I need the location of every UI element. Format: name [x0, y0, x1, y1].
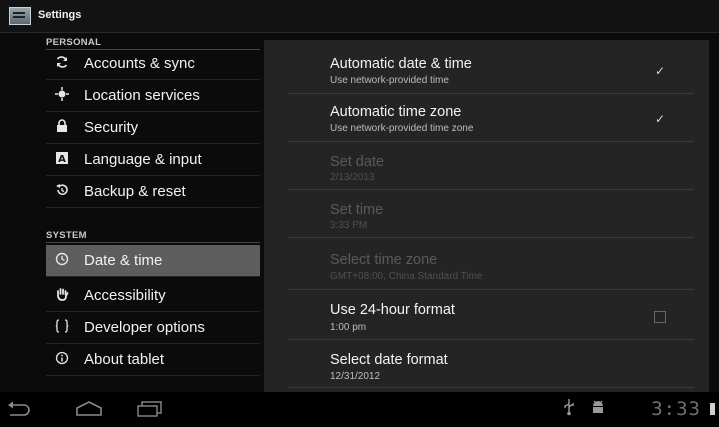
- status-clock: 3:33: [651, 398, 701, 420]
- pref-set-date: Set date 2/13/2013: [288, 144, 694, 190]
- usb-icon: [563, 398, 575, 421]
- automatic-time-zone-checkbox[interactable]: ✓: [654, 112, 666, 126]
- sidebar-item-label: Accessibility: [84, 287, 166, 304]
- pref-title: Set time: [330, 202, 384, 218]
- keyboard-icon: A: [52, 151, 72, 168]
- settings-headers-list: PERSONAL Accounts & sync Location servic…: [0, 33, 270, 391]
- back-icon[interactable]: [2, 398, 36, 420]
- automatic-date-time-checkbox[interactable]: ✓: [654, 64, 666, 78]
- pref-select-time-zone: Select time zone GMT+08:00, China Standa…: [288, 240, 694, 290]
- battery-icon: [710, 403, 715, 415]
- pref-automatic-time-zone[interactable]: Automatic time zone Use network-provided…: [288, 96, 694, 142]
- pref-title: Automatic time zone: [330, 104, 462, 120]
- pref-summary: 12/31/2012: [330, 371, 381, 382]
- pref-automatic-date-time[interactable]: Automatic date & time Use network-provid…: [288, 48, 694, 94]
- action-bar: Settings: [0, 0, 719, 33]
- sidebar-item-about-tablet[interactable]: About tablet: [46, 344, 260, 376]
- sidebar-item-label: Backup & reset: [84, 183, 186, 200]
- pref-set-time: Set time 3:33 PM: [288, 192, 694, 238]
- pref-summary: 2/13/2013: [330, 172, 375, 183]
- location-icon: [52, 87, 72, 104]
- sidebar-item-security[interactable]: Security: [46, 112, 260, 144]
- sidebar-item-date-time[interactable]: Date & time: [46, 245, 260, 277]
- use-24-hour-format-checkbox[interactable]: ✓: [654, 311, 666, 323]
- sidebar-item-accessibility[interactable]: Accessibility: [46, 280, 260, 312]
- android-debug-icon: [590, 398, 606, 421]
- pref-use-24-hour-format[interactable]: Use 24-hour format 1:00 pm ✓: [288, 292, 694, 340]
- sidebar-item-label: Developer options: [84, 319, 205, 336]
- sidebar-item-backup-reset[interactable]: Backup & reset: [46, 176, 260, 208]
- system-navigation-bar: 3:33: [0, 392, 719, 427]
- sidebar-item-language-input[interactable]: A Language & input: [46, 144, 260, 176]
- lock-icon: [52, 119, 72, 136]
- pref-summary: 3:33 PM: [330, 220, 368, 231]
- hand-icon: [52, 287, 72, 304]
- pref-title: Select time zone: [330, 252, 438, 268]
- sidebar-item-location-services[interactable]: Location services: [46, 80, 260, 112]
- clock-icon: [52, 252, 72, 269]
- pref-title: Automatic date & time: [330, 56, 472, 72]
- sidebar-item-label: Language & input: [84, 151, 202, 168]
- pref-summary: Use network-provided time zone: [330, 123, 474, 134]
- pref-summary: GMT+08:00, China Standard Time: [330, 271, 483, 282]
- braces-icon: [52, 319, 72, 336]
- sidebar-item-label: About tablet: [84, 351, 165, 368]
- pref-summary: 1:00 pm: [330, 322, 367, 333]
- pref-title: Select date format: [330, 352, 448, 368]
- sidebar-item-label: Security: [84, 119, 139, 136]
- sidebar-item-accounts-sync[interactable]: Accounts & sync: [46, 48, 260, 80]
- home-icon[interactable]: [72, 398, 106, 420]
- settings-app-icon[interactable]: [9, 7, 31, 25]
- pref-title: Set date: [330, 154, 385, 170]
- sidebar-item-developer-options[interactable]: Developer options: [46, 312, 260, 344]
- date-time-settings-pane: Automatic date & time Use network-provid…: [264, 40, 709, 392]
- sidebar-item-label: Accounts & sync: [84, 55, 195, 72]
- pref-select-date-format[interactable]: Select date format 12/31/2012: [288, 342, 694, 388]
- pref-summary: Use network-provided time: [330, 75, 449, 86]
- app-title: Settings: [38, 9, 82, 21]
- info-icon: [52, 351, 72, 368]
- category-system: SYSTEM: [46, 230, 260, 243]
- svg-text:A: A: [58, 154, 66, 165]
- recent-apps-icon[interactable]: [133, 398, 167, 420]
- sync-icon: [52, 55, 72, 72]
- backup-icon: [52, 183, 72, 200]
- sidebar-item-label: Location services: [84, 87, 200, 104]
- pref-title: Use 24-hour format: [330, 302, 455, 318]
- sidebar-item-label: Date & time: [84, 252, 163, 269]
